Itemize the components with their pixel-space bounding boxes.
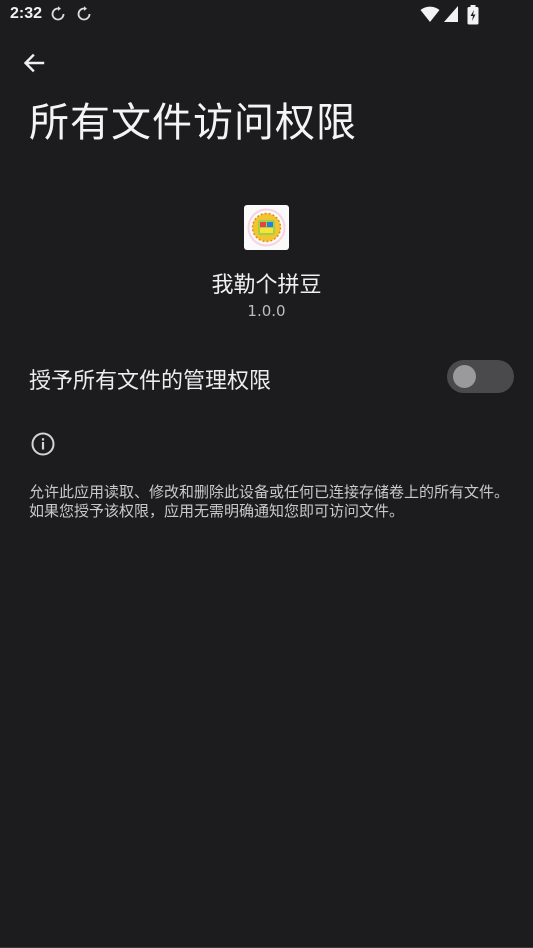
permission-screen: 2:32 所有文件访问权限 我勒个拼豆 1.0.0 授予所有文件的管理权限 允许…	[0, 0, 533, 948]
status-bar: 2:32	[0, 0, 533, 30]
battery-charging-icon	[467, 5, 479, 25]
app-version: 1.0.0	[247, 302, 286, 320]
wifi-icon	[420, 6, 440, 23]
all-files-permission-row[interactable]: 授予所有文件的管理权限	[0, 355, 533, 401]
app-icon	[244, 205, 289, 250]
info-icon	[31, 432, 55, 456]
signal-icon	[444, 6, 458, 22]
page-title: 所有文件访问权限	[29, 100, 357, 146]
switch-knob	[453, 365, 476, 388]
back-button[interactable]	[14, 43, 54, 83]
app-logo-icon	[247, 208, 286, 247]
sync-icon	[51, 6, 65, 21]
sync-icon	[77, 6, 91, 21]
permission-description: 允许此应用读取、修改和删除此设备或任何已连接存储卷上的所有文件。如果您授予该权限…	[29, 483, 510, 520]
permission-switch[interactable]	[447, 360, 514, 393]
arrow-left-icon	[23, 53, 45, 73]
permission-label: 授予所有文件的管理权限	[29, 369, 272, 394]
app-name: 我勒个拼豆	[211, 273, 322, 298]
status-time: 2:32	[10, 5, 43, 22]
